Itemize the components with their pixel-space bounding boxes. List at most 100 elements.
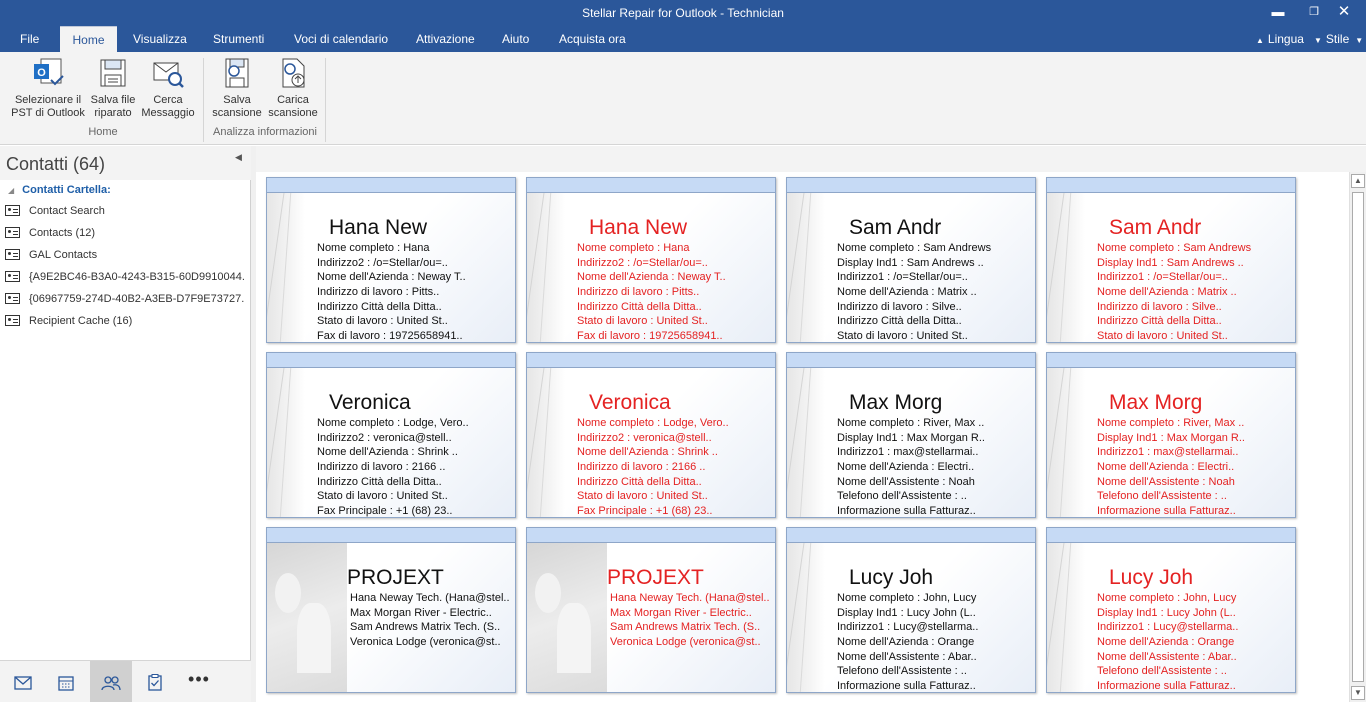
load-scan-button[interactable]: Carica scansione [266,56,320,120]
contact-detail-line: Indirizzo di lavoro : Pitts.. [577,286,700,299]
scroll-up-arrow-icon[interactable]: ▲ [1351,174,1365,188]
contact-name: PROJEXT [607,566,704,589]
save-repaired-label-2: riparato [94,107,132,119]
collapse-pane-icon[interactable]: ◀ [235,152,242,163]
ribbon: O Selezionare il PST di Outlook Salva fi… [0,52,1366,145]
contact-detail-line: Hana Neway Tech. (Hana@stel.. [350,592,510,604]
card-header-bar [267,528,515,543]
contact-card[interactable]: Veronica Nome completo : Lodge, Vero.. Ind… [526,352,776,518]
contact-card[interactable]: Max Morg Nome completo : River, Max .. Dis… [786,352,1036,518]
search-message-label-1: Cerca [153,94,183,106]
card-header-bar [267,353,515,368]
expand-triangle-icon[interactable]: ◢ [8,186,14,195]
save-scan-label-2: scansione [212,107,262,119]
ribbon-divider [203,58,204,142]
contact-name: Lucy Joh [849,566,934,589]
contact-detail-line: Indirizzo1 : /o=Stellar/ou=.. [1097,271,1228,284]
contact-detail-line: Fax di lavoro : 19725658941.. [317,330,463,343]
contact-detail-line: Telefono dell'Assistente : .. [1097,665,1227,678]
lingua-dropdown[interactable]: ▲ Lingua [1256,26,1304,52]
contacts-count-title: Contatti (64) [6,154,106,174]
contact-detail-line: Indirizzo1 : Lucy@stellarma.. [1097,621,1239,634]
contact-detail-line: Sam Andrews Matrix Tech. (S.. [610,621,761,634]
contact-detail-line: Veronica Lodge (veronica@st.. [610,636,761,649]
contact-detail-line: Indirizzo Città della Ditta.. [837,315,962,328]
contact-detail-line: Indirizzo1 : max@stellarmai.. [1097,446,1239,459]
contact-detail-line: Nome completo : Sam Andrews [1097,242,1252,254]
contact-detail-line: Nome dell'Azienda : Orange [837,636,975,649]
contact-card[interactable]: Sam Andr Nome completo : Sam Andrews Displ… [1046,177,1296,343]
tree-item-recipient-cache[interactable]: Recipient Cache (16) [5,315,245,333]
menu-visualizza[interactable]: Visualizza [131,26,189,52]
save-scan-icon [225,58,249,88]
contact-card[interactable]: Sam Andr Nome completo : Sam Andrews Displ… [786,177,1036,343]
contact-card[interactable]: Veronica Nome completo : Lodge, Vero.. Ind… [266,352,516,518]
contact-detail-line: Nome dell'Assistente : Abar.. [1097,650,1237,663]
contact-detail-line: Informazione sulla Fatturaz.. [837,505,976,518]
contact-detail-line: Display Ind1 : Lucy John (L.. [1097,606,1236,619]
tree-item-gal-contacts[interactable]: GAL Contacts [5,249,245,267]
contact-detail-line: Fax Principale : +1 (68) 23.. [317,505,453,518]
contact-card[interactable]: Lucy Joh Nome completo : John, Lucy Displa… [1046,527,1296,693]
ribbon-group-home: Home [88,126,118,138]
menu-attivazione[interactable]: Attivazione [414,26,477,52]
save-scan-button[interactable]: Salva scansione [210,56,264,120]
card-decoration [267,193,305,342]
tree-item-guid-folder-1[interactable]: {A9E2BC46-B3A0-4243-B315-60D9910044... [5,271,245,289]
search-message-button[interactable]: Cerca Messaggio [139,56,197,120]
card-header-bar [527,178,775,193]
contact-detail-line: Nome completo : River, Max .. [837,417,985,429]
contact-name: Sam Andr [849,216,942,239]
contact-detail-line: Indirizzo1 : Lucy@stellarma.. [837,621,979,634]
contact-detail-line: Informazione sulla Fatturaz.. [1097,680,1236,693]
tree-item-label: Contacts (12) [29,227,96,239]
select-pst-button[interactable]: O Selezionare il PST di Outlook [9,56,87,120]
contact-card[interactable]: PROJEXT Hana Neway Tech. (Hana@stel.. Max … [266,527,516,693]
menu-aiuto[interactable]: Aiuto [500,26,531,52]
contact-card[interactable]: Lucy Joh Nome completo : John, Lucy Displa… [786,527,1036,693]
contacts-nav-button[interactable] [90,661,132,702]
tree-item-guid-folder-2[interactable]: {06967759-274D-40B2-A3EB-D7F9E73727... [5,293,245,311]
menu-home[interactable]: Home [60,26,117,52]
load-scan-label-1: Carica [277,94,309,106]
contact-detail-line: Stato di lavoro : United St.. [837,330,968,343]
contact-detail-line: Nome completo : Lodge, Vero.. [317,417,469,429]
card-decoration [527,193,565,342]
load-scan-icon [282,58,305,88]
stile-dropdown[interactable]: ▼ Stile ▼ [1314,26,1363,52]
contact-detail-line: Max Morgan River - Electric.. [350,606,492,619]
contact-detail-line: Nome completo : Hana [317,242,430,254]
title-bar: Stellar Repair for Outlook - Technician … [0,0,1366,26]
contact-detail-line: Stato di lavoro : United St.. [577,490,708,503]
more-icon[interactable]: ••• [178,661,220,702]
tree-root-contacts-folder[interactable]: ◢ Contatti Cartella: [8,184,111,196]
calendar-nav-button[interactable] [45,661,87,702]
group-picture-icon [267,543,347,692]
tree-item-contacts[interactable]: Contacts (12) [5,227,245,245]
card-header-bar [527,528,775,543]
contact-detail-line: Nome dell'Azienda : Electri.. [837,461,975,474]
vertical-scrollbar[interactable]: ▲ ▼ [1349,172,1366,702]
window-title: Stellar Repair for Outlook - Technician [582,6,784,20]
menu-strumenti[interactable]: Strumenti [211,26,266,52]
contact-card[interactable]: Max Morg Nome completo : River, Max .. Dis… [1046,352,1296,518]
contact-card[interactable]: Hana New Nome completo : Hana Indirizzo2 :… [266,177,516,343]
menu-acquista-ora[interactable]: Acquista ora [557,26,628,52]
contact-detail-line: Informazione sulla Fatturaz.. [837,680,976,693]
mail-nav-button[interactable] [2,661,44,702]
close-button[interactable]: ✕ [1322,0,1366,26]
scroll-thumb[interactable] [1352,192,1364,682]
tasks-nav-button[interactable] [134,661,176,702]
save-repaired-button[interactable]: Salva file riparato [89,56,137,120]
card-header-bar [787,528,1035,543]
search-message-icon [153,62,184,88]
tree-item-contact-search[interactable]: Contact Search [5,205,245,223]
contact-card[interactable]: Hana New Nome completo : Hana Indirizzo2 :… [526,177,776,343]
menu-voci-di-calendario[interactable]: Voci di calendario [292,26,390,52]
contact-card[interactable]: PROJEXT Hana Neway Tech. (Hana@stel.. Max … [526,527,776,693]
tree-item-label: {A9E2BC46-B3A0-4243-B315-60D9910044... [29,271,245,283]
menu-bar: File Home Visualizza Strumenti Voci di c… [0,26,1366,52]
card-header-bar [787,353,1035,368]
scroll-down-arrow-icon[interactable]: ▼ [1351,686,1365,700]
menu-file[interactable]: File [18,26,41,52]
